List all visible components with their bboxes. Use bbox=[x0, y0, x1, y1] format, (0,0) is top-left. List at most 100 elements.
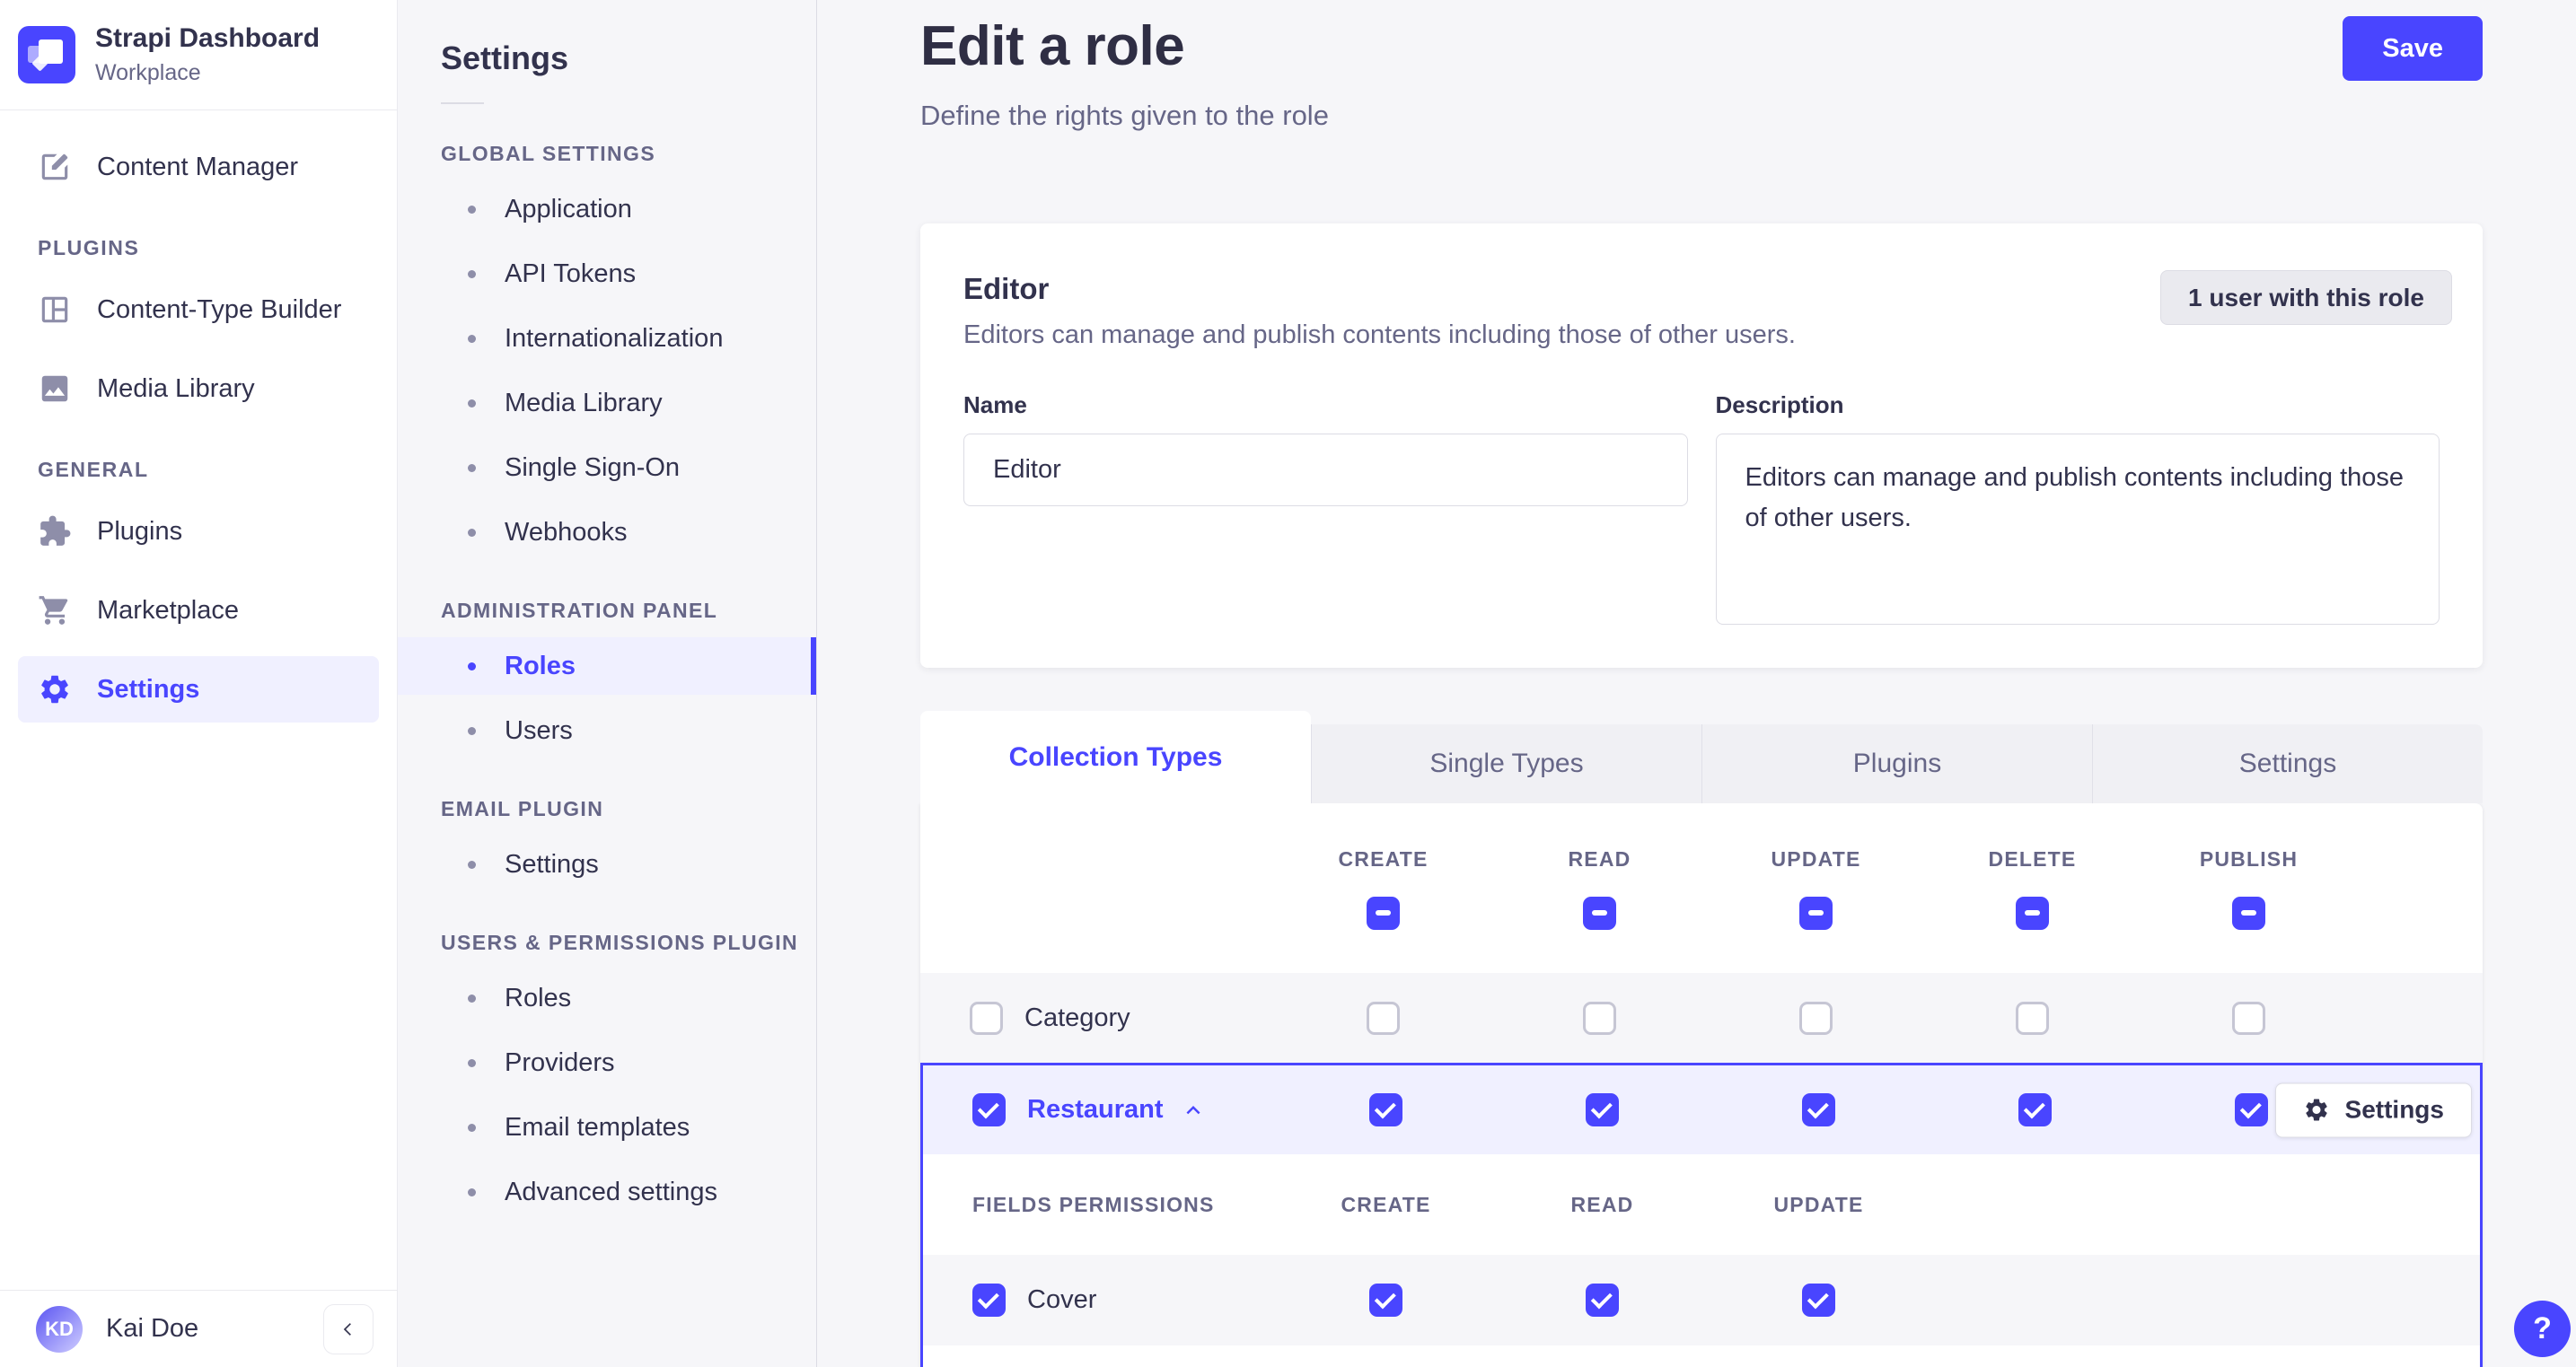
collapse-sidebar-button[interactable] bbox=[323, 1303, 374, 1354]
role-description-textarea[interactable]: Editors can manage and publish contents … bbox=[1715, 434, 2440, 625]
tab-single-types[interactable]: Single Types bbox=[1311, 724, 1701, 803]
subnav-item-email-settings[interactable]: Settings bbox=[398, 836, 816, 893]
pencil-square-icon bbox=[41, 153, 68, 180]
fields-column-update: UPDATE bbox=[1773, 1192, 1864, 1216]
brand-text: Strapi Dashboard Workplace bbox=[95, 23, 320, 86]
subnav-item-media-library[interactable]: Media Library bbox=[398, 374, 816, 432]
column-header-delete: DELETE bbox=[1988, 846, 2077, 871]
sidebar-nav: Content Manager PLUGINS Content-Type Bui… bbox=[0, 110, 397, 1290]
select-all-read-checkbox[interactable] bbox=[1583, 896, 1616, 930]
sidebar-item-content-manager[interactable]: Content Manager bbox=[18, 134, 379, 200]
cart-icon bbox=[39, 596, 68, 625]
avatar[interactable]: KD bbox=[36, 1305, 83, 1353]
subnav-item-single-sign-on[interactable]: Single Sign-On bbox=[398, 439, 816, 496]
column-header-create: CREATE bbox=[1338, 846, 1429, 871]
subnav-item-up-email-templates[interactable]: Email templates bbox=[398, 1099, 816, 1156]
restaurant-create-checkbox[interactable] bbox=[1369, 1093, 1402, 1126]
subnav-item-label: Application bbox=[505, 194, 632, 223]
puzzle-icon bbox=[40, 515, 71, 546]
select-all-create-checkbox[interactable] bbox=[1367, 896, 1400, 930]
fields-column-read: READ bbox=[1570, 1192, 1634, 1216]
category-row-checkbox[interactable] bbox=[970, 1001, 1003, 1035]
subnav-item-webhooks[interactable]: Webhooks bbox=[398, 504, 816, 561]
subnav-item-label: Webhooks bbox=[505, 517, 628, 547]
fields-permissions-heading: FIELDS PERMISSIONS bbox=[972, 1192, 1215, 1216]
sidebar-item-label: Settings bbox=[97, 674, 200, 704]
cover-row-checkbox[interactable] bbox=[972, 1284, 1006, 1317]
bullet-icon bbox=[468, 726, 476, 735]
tab-collection-types[interactable]: Collection Types bbox=[920, 711, 1311, 803]
bullet-icon bbox=[468, 269, 476, 278]
category-create-checkbox[interactable] bbox=[1367, 1001, 1400, 1035]
user-name: Kai Doe bbox=[106, 1314, 199, 1343]
cover-update-checkbox[interactable] bbox=[1802, 1284, 1835, 1317]
restaurant-row-checkbox[interactable] bbox=[972, 1093, 1006, 1126]
save-button[interactable]: Save bbox=[2343, 16, 2483, 81]
tab-plugins[interactable]: Plugins bbox=[1701, 724, 2092, 803]
bullet-icon bbox=[468, 399, 476, 407]
restaurant-update-checkbox[interactable] bbox=[1802, 1093, 1835, 1126]
sidebar-section-general: GENERAL bbox=[38, 458, 149, 481]
sidebar-item-media-library[interactable]: Media Library bbox=[18, 355, 379, 422]
settings-subnav: Settings GLOBAL SETTINGS Application API… bbox=[398, 0, 817, 1367]
category-update-checkbox[interactable] bbox=[1799, 1001, 1833, 1035]
tab-settings[interactable]: Settings bbox=[2092, 724, 2483, 803]
field-row-name: Name bbox=[923, 1345, 2480, 1367]
subnav-item-application[interactable]: Application bbox=[398, 180, 816, 238]
category-read-checkbox[interactable] bbox=[1583, 1001, 1616, 1035]
bullet-icon bbox=[468, 1058, 476, 1067]
subnav-title: Settings bbox=[441, 39, 569, 76]
subnav-item-api-tokens[interactable]: API Tokens bbox=[398, 245, 816, 302]
permissions-section: Collection Types Single Types Plugins Se… bbox=[920, 711, 2483, 1367]
sidebar-item-plugins[interactable]: Plugins bbox=[18, 498, 379, 565]
subnav-item-internationalization[interactable]: Internationalization bbox=[398, 310, 816, 367]
sidebar-item-content-type-builder[interactable]: Content-Type Builder bbox=[18, 276, 379, 343]
restaurant-toggle[interactable]: Restaurant bbox=[1027, 1095, 1207, 1125]
restaurant-settings-button[interactable]: Settings bbox=[2274, 1082, 2472, 1137]
category-publish-checkbox[interactable] bbox=[2232, 1001, 2265, 1035]
restaurant-delete-checkbox[interactable] bbox=[2018, 1093, 2052, 1126]
select-all-update-checkbox[interactable] bbox=[1799, 896, 1833, 930]
sidebar-section-plugins: PLUGINS bbox=[38, 236, 140, 259]
table-row-category: Category bbox=[920, 973, 2483, 1063]
column-header-read: READ bbox=[1568, 846, 1631, 871]
help-button[interactable]: ? bbox=[2514, 1301, 2571, 1357]
bullet-icon bbox=[468, 463, 476, 472]
settings-button-label: Settings bbox=[2344, 1095, 2444, 1124]
select-all-publish-checkbox[interactable] bbox=[2232, 896, 2265, 930]
sidebar-footer: KD Kai Doe bbox=[0, 1290, 397, 1367]
restaurant-publish-checkbox[interactable] bbox=[2235, 1093, 2268, 1126]
name-field-group: Name bbox=[963, 391, 1688, 625]
fields-permissions-header: FIELDS PERMISSIONS CREATE READ UPDATE bbox=[923, 1154, 2480, 1255]
sidebar-item-label: Content Manager bbox=[97, 152, 299, 181]
sidebar-item-settings[interactable]: Settings bbox=[18, 656, 379, 723]
subnav-item-label: Media Library bbox=[505, 388, 663, 417]
workspace-switcher[interactable]: Strapi Dashboard Workplace bbox=[0, 0, 397, 110]
subnav-item-admin-roles[interactable]: Roles bbox=[398, 637, 816, 695]
cover-create-checkbox[interactable] bbox=[1369, 1284, 1402, 1317]
sidebar-item-marketplace[interactable]: Marketplace bbox=[18, 577, 379, 644]
subnav-item-label: Roles bbox=[505, 651, 576, 680]
role-name-input[interactable] bbox=[963, 434, 1688, 506]
category-delete-checkbox[interactable] bbox=[2016, 1001, 2049, 1035]
fields-column-create: CREATE bbox=[1341, 1192, 1431, 1216]
subnav-item-up-roles[interactable]: Roles bbox=[398, 969, 816, 1027]
cover-read-checkbox[interactable] bbox=[1586, 1284, 1619, 1317]
subnav-item-up-advanced-settings[interactable]: Advanced settings bbox=[398, 1163, 816, 1221]
subnav-item-admin-users[interactable]: Users bbox=[398, 702, 816, 759]
select-all-delete-checkbox[interactable] bbox=[2016, 896, 2049, 930]
subnav-item-up-providers[interactable]: Providers bbox=[398, 1034, 816, 1091]
restaurant-read-checkbox[interactable] bbox=[1586, 1093, 1619, 1126]
users-with-role-button[interactable]: 1 user with this role bbox=[2160, 270, 2452, 325]
subnav-item-label: Email templates bbox=[505, 1112, 690, 1142]
layout-grid-icon bbox=[41, 296, 68, 323]
subnav-section-administration-panel: ADMINISTRATION PANEL bbox=[441, 599, 718, 622]
row-label[interactable]: Category bbox=[1024, 1003, 1130, 1033]
subnav-item-label: API Tokens bbox=[505, 259, 637, 288]
table-row-restaurant: Restaurant Settings bbox=[923, 1065, 2480, 1154]
column-header-publish: PUBLISH bbox=[2199, 846, 2299, 871]
gear-icon bbox=[41, 675, 68, 704]
subnav-item-label: Users bbox=[505, 715, 573, 745]
bullet-icon bbox=[468, 205, 476, 214]
image-icon bbox=[41, 375, 68, 402]
